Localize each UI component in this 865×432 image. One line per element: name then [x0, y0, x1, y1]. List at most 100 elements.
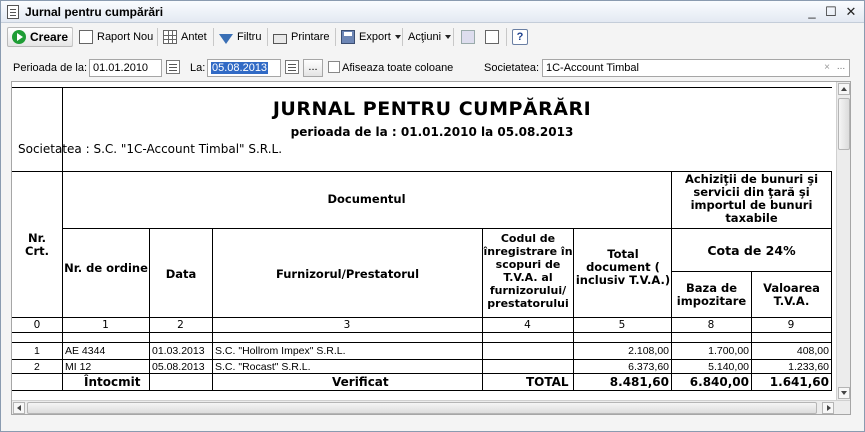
play-icon [12, 30, 26, 44]
document-icon [7, 5, 19, 19]
row-nr: 2 [34, 361, 40, 373]
total-base: 6.840,00 [689, 375, 749, 389]
company-value: 1C-Account Timbal [546, 62, 639, 74]
scroll-thumb[interactable] [27, 402, 817, 414]
total-label: TOTAL [526, 375, 569, 389]
company-label: Societatea: [484, 62, 540, 74]
toolbar-separator [453, 28, 454, 46]
print-button[interactable]: Printare [273, 27, 330, 47]
chevron-down-icon [394, 35, 401, 39]
row-base: 5.140,00 [708, 361, 749, 373]
show-all-columns-checkbox[interactable] [328, 61, 340, 73]
table-border [12, 373, 832, 374]
header-date: Data [165, 267, 197, 281]
row-supplier: S.C. "Rocast" S.R.L. [215, 361, 311, 373]
calendar-icon[interactable] [285, 60, 299, 74]
table-border [212, 228, 213, 390]
report-sheet: JURNAL PENTRU CUMPĂRĂRI perioada de la :… [11, 81, 851, 415]
minimize-button[interactable]: _ [804, 4, 820, 20]
header-label: Antet [181, 31, 207, 43]
toolbar-separator [213, 28, 214, 46]
column-number: 4 [524, 319, 531, 331]
save-icon [341, 30, 355, 44]
header-vat-code: Codul de înregistrare în scopuri de T.V.… [483, 232, 573, 310]
header-nr: Nr. Crt. [12, 232, 62, 258]
help-icon: ? [512, 29, 528, 45]
table-border [12, 332, 832, 333]
refresh-button[interactable] [485, 27, 503, 47]
report-title: JURNAL PENTRU CUMPĂRĂRI [272, 98, 592, 120]
table-border [62, 87, 63, 390]
header-vat-value: Valoarea T.V.A. [763, 281, 820, 308]
create-button[interactable]: Creare [7, 27, 74, 47]
scroll-left-icon[interactable] [13, 402, 25, 414]
journal-window: Jurnal pentru cumpărări _ ☐ ✕ Creare Rap… [0, 0, 865, 432]
status-bar [1, 417, 864, 431]
table-border [671, 171, 672, 390]
toolbar: Creare Raport Nou Antet Filtru Printare … [1, 25, 864, 49]
period-select-button[interactable]: ... [303, 59, 323, 77]
table-border [149, 228, 150, 390]
copy-icon [461, 30, 475, 44]
row-supplier: S.C. "Hollrom Impex" S.R.L. [215, 345, 346, 357]
print-label: Printare [291, 31, 330, 43]
column-number: 0 [33, 319, 41, 331]
row-date: 05.08.2013 [152, 361, 205, 373]
row-nr: 1 [34, 345, 40, 357]
column-number: 8 [707, 319, 715, 331]
column-number: 2 [177, 319, 184, 331]
company-field[interactable]: 1C-Account Timbal × ... [542, 59, 850, 77]
table-border [831, 171, 832, 390]
copy-button[interactable] [461, 27, 479, 47]
row-total: 2.108,00 [628, 345, 669, 357]
close-button[interactable]: ✕ [843, 4, 859, 20]
header-document: Documentul [327, 192, 406, 206]
total-amount: 8.481,60 [609, 375, 669, 389]
toolbar-separator [402, 28, 403, 46]
vertical-scrollbar[interactable] [836, 82, 850, 400]
calendar-icon[interactable] [166, 60, 180, 74]
period-to-field[interactable]: 05.08.2013 [207, 59, 281, 77]
title-bar: Jurnal pentru cumpărări _ ☐ ✕ [1, 1, 864, 23]
header-acquisitions: Achiziţii de bunuri şi servicii din ţară… [684, 172, 819, 225]
scroll-up-icon[interactable] [838, 83, 850, 95]
toolbar-separator [267, 28, 268, 46]
show-all-columns-label: Afiseaza toate coloane [342, 62, 454, 74]
help-button[interactable]: ? [512, 27, 528, 47]
maximize-button[interactable]: ☐ [823, 4, 839, 20]
row-order: MI 12 [65, 361, 92, 373]
header-button[interactable]: Antet [163, 27, 207, 47]
scroll-right-icon[interactable] [822, 402, 834, 414]
total-vat: 1.641,60 [769, 375, 829, 389]
table-border [12, 87, 832, 88]
row-date: 01.03.2013 [152, 345, 205, 357]
export-label: Export [359, 31, 391, 43]
column-number: 1 [102, 319, 109, 331]
toolbar-separator [157, 28, 158, 46]
actions-button[interactable]: Acţiuni [408, 27, 452, 47]
period-from-field[interactable]: 01.01.2010 [89, 59, 162, 77]
period-to-value: 05.08.2013 [211, 62, 269, 74]
report-icon [79, 30, 93, 44]
report-company: Societatea : S.C. "1C-Account Timbal" S.… [18, 142, 283, 156]
row-vat: 1.233,60 [788, 361, 829, 373]
toolbar-separator [72, 28, 73, 46]
table-border [12, 390, 832, 391]
actions-label: Acţiuni [408, 31, 442, 43]
export-button[interactable]: Export [341, 27, 401, 47]
company-select-button[interactable]: ... [834, 61, 848, 75]
filter-button[interactable]: Filtru [219, 27, 261, 47]
table-border [62, 228, 832, 229]
horizontal-scrollbar[interactable] [12, 400, 850, 414]
clear-icon[interactable]: × [821, 61, 833, 75]
filter-row: Perioada de la: 01.01.2010 La: 05.08.201… [1, 55, 864, 79]
drawn-up-label: Întocmit [84, 375, 141, 389]
period-from-label: Perioada de la: [13, 62, 87, 74]
row-base: 1.700,00 [708, 345, 749, 357]
scroll-thumb[interactable] [838, 98, 850, 150]
new-report-button[interactable]: Raport Nou [79, 27, 153, 47]
header-tax-base: Baza de impozitare [676, 281, 747, 308]
header-nr-text: Nr. Crt. [25, 231, 49, 258]
column-number: 5 [618, 319, 626, 331]
scroll-down-icon[interactable] [838, 387, 850, 399]
